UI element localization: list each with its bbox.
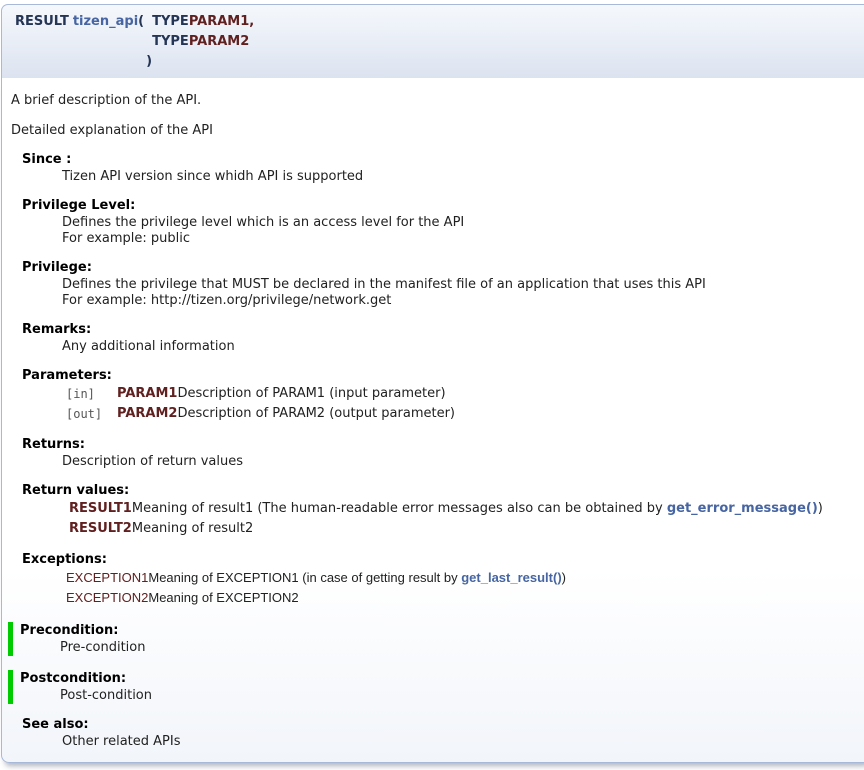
param-direction: [out]: [66, 404, 117, 424]
parameter-row: [out] PARAM2 Description of PARAM2 (outp…: [66, 404, 455, 424]
param-name: PARAM1: [117, 384, 177, 404]
exceptions-table: EXCEPTION1 Meaning of EXCEPTION1 (in cas…: [66, 568, 566, 608]
exception-description: Meaning of EXCEPTION2: [148, 588, 566, 608]
parameter-row: [in] PARAM1 Description of PARAM1 (input…: [66, 384, 455, 404]
param-direction: [in]: [66, 384, 117, 404]
section-content: Description of return values: [62, 454, 862, 470]
section-heading: Privilege Level:: [22, 197, 862, 214]
return-value-name: RESULT1: [69, 499, 132, 519]
param-name: PARAM1,: [189, 14, 254, 29]
section-return-values: Return values: RESULT1 Meaning of result…: [22, 482, 862, 539]
return-value-name: RESULT2: [69, 519, 132, 539]
section-see-also: See also: Other related APIs: [22, 716, 862, 750]
section-heading: Precondition:: [20, 622, 862, 639]
return-value-description: Meaning of result2: [132, 519, 823, 539]
param-description: Description of PARAM1 (input parameter): [177, 384, 455, 404]
brief-description: A brief description of the API.: [11, 92, 862, 109]
section-content: Other related APIs: [62, 734, 862, 750]
get-error-message-link[interactable]: get_error_message(): [667, 501, 818, 516]
param-description: Description of PARAM2 (output parameter): [177, 404, 455, 424]
section-remarks: Remarks: Any additional information: [22, 321, 862, 355]
section-heading: See also:: [22, 716, 862, 733]
param-name: PARAM2: [117, 404, 177, 424]
exception-row: EXCEPTION1 Meaning of EXCEPTION1 (in cas…: [66, 568, 566, 588]
exception-row: EXCEPTION2 Meaning of EXCEPTION2: [66, 588, 566, 608]
open-paren: (: [138, 14, 144, 29]
section-parameters: Parameters: [in] PARAM1 Description of P…: [22, 367, 862, 424]
parameters-table: [in] PARAM1 Description of PARAM1 (input…: [66, 384, 455, 424]
section-returns: Returns: Description of return values: [22, 436, 862, 470]
return-type: RESULT: [15, 14, 69, 29]
section-privilege-level: Privilege Level: Defines the privilege l…: [22, 197, 862, 247]
api-doc-card: RESULT tizen_api ( TYPE PARAM1, TYPE: [1, 4, 864, 763]
section-content: Defines the privilege that MUST be decla…: [62, 277, 862, 293]
section-content: For example: http://tizen.org/privilege/…: [62, 293, 862, 309]
function-signature-header: RESULT tizen_api ( TYPE PARAM1, TYPE: [1, 4, 864, 78]
return-values-table: RESULT1 Meaning of result1 (The human-re…: [69, 499, 823, 539]
function-name-link[interactable]: tizen_api: [73, 14, 138, 29]
param-type: TYPE: [152, 34, 189, 49]
section-content: Any additional information: [62, 339, 862, 355]
return-value-row: RESULT1 Meaning of result1 (The human-re…: [69, 499, 823, 519]
return-value-row: RESULT2 Meaning of result2: [69, 519, 823, 539]
exception-name: EXCEPTION2: [66, 588, 148, 608]
section-exceptions: Exceptions: EXCEPTION1 Meaning of EXCEPT…: [22, 551, 862, 608]
section-heading: Exceptions:: [22, 551, 862, 568]
exception-description: Meaning of EXCEPTION1 (in case of gettin…: [148, 568, 566, 588]
section-heading: Privilege:: [22, 259, 862, 276]
get-last-result-link[interactable]: get_last_result(): [461, 570, 561, 585]
section-content: Tizen API version since whidh API is sup…: [62, 169, 862, 185]
section-since: Since : Tizen API version since whidh AP…: [22, 151, 862, 185]
section-precondition: Precondition: Pre-condition: [8, 622, 862, 656]
section-postcondition: Postcondition: Post-condition: [8, 670, 862, 704]
section-content: Defines the privilege level which is an …: [62, 215, 862, 231]
exception-name: EXCEPTION1: [66, 568, 148, 588]
section-heading: Parameters:: [22, 367, 862, 384]
section-heading: Return values:: [22, 482, 862, 499]
section-heading: Returns:: [22, 436, 862, 453]
param-name: PARAM2: [189, 34, 249, 49]
param-type: TYPE: [152, 14, 189, 29]
section-privilege: Privilege: Defines the privilege that MU…: [22, 259, 862, 309]
section-content: Pre-condition: [60, 640, 862, 656]
detailed-description: Detailed explanation of the API: [11, 122, 862, 139]
section-heading: Postcondition:: [20, 670, 862, 687]
section-heading: Remarks:: [22, 321, 862, 338]
section-heading: Since :: [22, 151, 862, 168]
section-content: For example: public: [62, 231, 862, 247]
return-value-description: Meaning of result1 (The human-readable e…: [132, 499, 823, 519]
signature-table: RESULT tizen_api ( TYPE PARAM1, TYPE: [15, 12, 254, 72]
function-documentation-body: A brief description of the API. Detailed…: [1, 78, 864, 763]
close-paren: ): [138, 54, 152, 69]
section-content: Post-condition: [60, 688, 862, 704]
